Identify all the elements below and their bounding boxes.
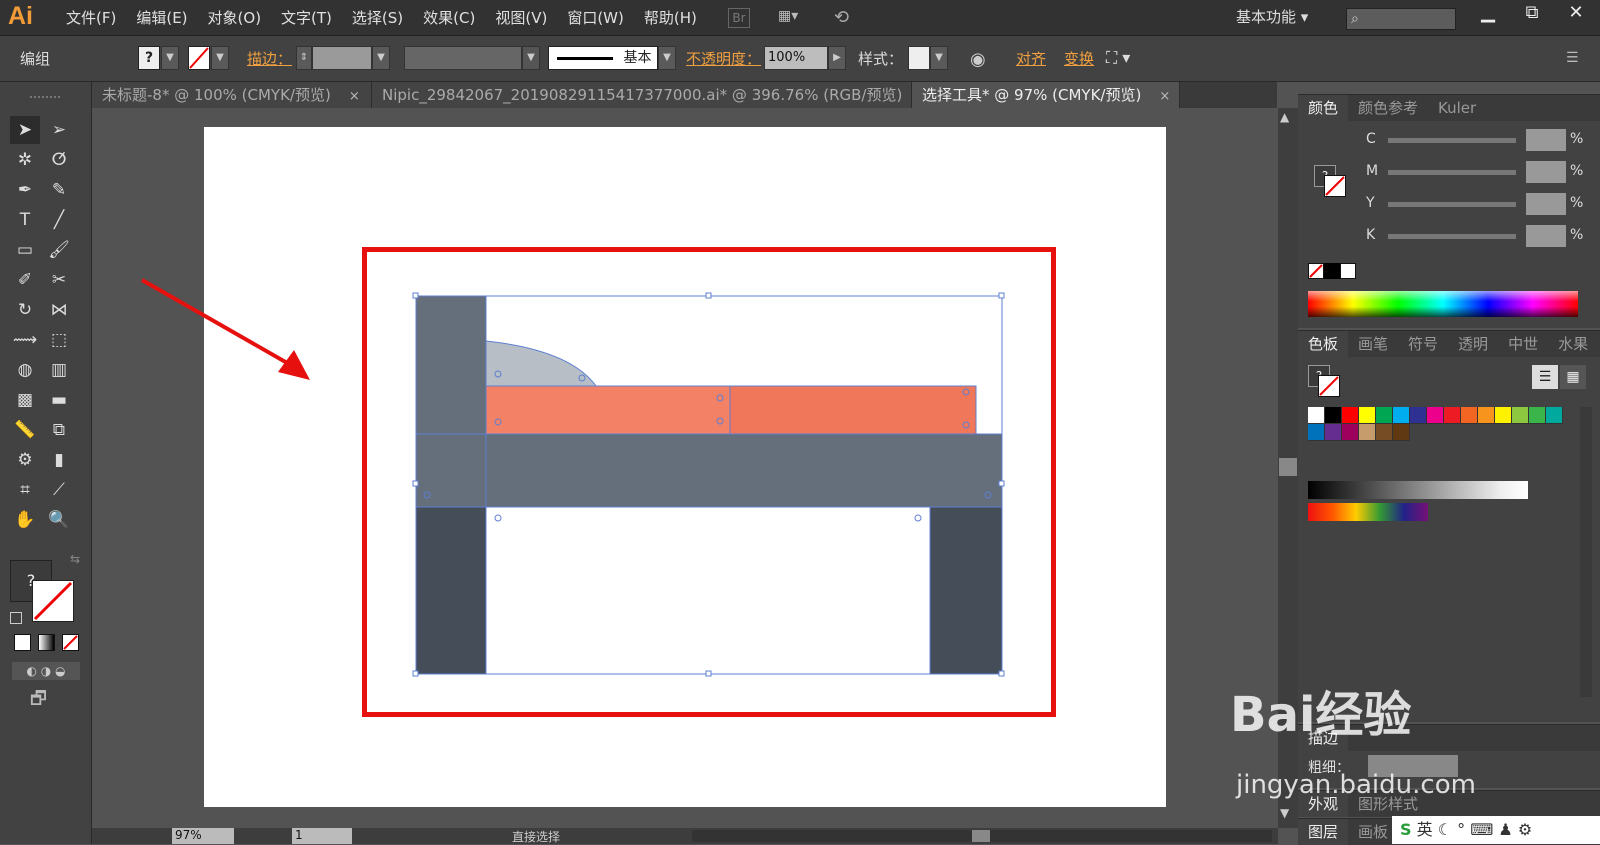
color-swatch[interactable] [1359,424,1376,441]
color-swatch[interactable] [1427,407,1444,424]
tab-layers[interactable]: 图层 [1298,819,1349,845]
unit-y: % [1570,195,1584,211]
swatches-scrollbar[interactable] [1580,407,1592,697]
swatches-panel: 色板 画笔 符号 透明 中世 水果 ? ☰ ▦ [1298,330,1600,722]
mattress-left[interactable] [486,386,730,434]
color-swatch[interactable] [1546,407,1563,424]
right-leg[interactable] [930,507,1002,674]
mattress-right[interactable] [730,386,976,434]
color-stroke-box[interactable] [1324,175,1346,197]
unit-k: % [1570,227,1584,243]
channel-label-c: C [1366,131,1376,147]
color-swatch[interactable] [1512,407,1529,424]
color-swatch[interactable] [1325,407,1342,424]
status-bar: 97% 1 直接选择 [92,828,1278,844]
horizontal-scroll-thumb[interactable] [972,830,990,842]
scroll-up-icon[interactable]: ▲ [1280,110,1289,124]
ime-language[interactable]: 英 [1417,820,1433,839]
input-m[interactable] [1526,161,1566,183]
channel-label-y: Y [1366,195,1375,211]
none-color-icon [1319,376,1339,396]
tab-artboards[interactable]: 画板 [1348,819,1398,845]
color-swatch[interactable] [1410,407,1427,424]
channel-label-k: K [1366,227,1376,243]
tab-medieval[interactable]: 中世 [1498,331,1548,357]
ime-logo-icon: S [1400,820,1412,839]
tab-kuler[interactable]: Kuler [1428,95,1486,121]
color-spectrum[interactable] [1308,291,1578,317]
tab-transparency[interactable]: 透明 [1448,331,1498,357]
tab-color[interactable]: 颜色 [1298,95,1349,121]
bed-frame[interactable] [486,434,1002,507]
color-panel-tabs: 颜色 颜色参考 Kuler [1298,95,1600,121]
brights-swatch-group[interactable] [1308,503,1428,521]
tab-symbols[interactable]: 符号 [1398,331,1448,357]
current-tool-label: 直接选择 [512,830,561,844]
color-swatch[interactable] [1325,424,1342,441]
unit-m: % [1570,163,1584,179]
swatch-grid [1308,407,1572,441]
none-swatch[interactable] [1308,263,1324,279]
color-swatch[interactable] [1308,424,1325,441]
tab-fruits[interactable]: 水果 [1548,331,1598,357]
color-swatch[interactable] [1359,407,1376,424]
ime-toolbar[interactable]: S 英 ☾ ° ⌨ ♟ ⚙ [1392,816,1600,844]
slider-m[interactable] [1388,170,1516,175]
list-view-icon[interactable]: ☰ [1532,365,1558,389]
left-leg[interactable] [416,507,486,674]
color-swatch[interactable] [1342,424,1359,441]
color-swatch[interactable] [1308,407,1325,424]
unit-c: % [1570,131,1584,147]
slider-y[interactable] [1388,202,1516,207]
color-swatch[interactable] [1461,407,1478,424]
scroll-down-icon[interactable]: ▼ [1280,806,1289,820]
color-swatch[interactable] [1376,424,1393,441]
white-swatch[interactable] [1340,263,1356,279]
none-color-icon [1325,176,1345,196]
baidu-watermark: Bai经验 [1230,687,1412,743]
color-swatch[interactable] [1478,407,1495,424]
color-swatch[interactable] [1342,407,1359,424]
grayscale-swatch-group[interactable] [1308,481,1528,499]
none-color-icon [1309,264,1323,278]
tab-color-guide[interactable]: 颜色参考 [1348,95,1428,121]
baidu-watermark-url: jingyan.baidu.com [1236,770,1476,800]
slider-c[interactable] [1388,138,1516,143]
tab-brushes[interactable]: 画笔 [1348,331,1398,357]
vertical-scroll-thumb[interactable] [1279,458,1297,476]
swatch-stroke-box[interactable] [1318,375,1340,397]
color-swatch[interactable] [1376,407,1393,424]
grid-view-icon[interactable]: ▦ [1560,365,1586,389]
color-swatch[interactable] [1393,424,1410,441]
input-k[interactable] [1526,225,1566,247]
color-swatch[interactable] [1444,407,1461,424]
color-swatch[interactable] [1529,407,1546,424]
artboard-number-input[interactable]: 1 [292,828,352,844]
black-swatch[interactable] [1324,263,1340,279]
color-swatch[interactable] [1495,407,1512,424]
input-c[interactable] [1526,129,1566,151]
input-y[interactable] [1526,193,1566,215]
zoom-input[interactable]: 97% [172,828,234,844]
swatches-panel-tabs: 色板 画笔 符号 透明 中世 水果 [1298,331,1600,357]
color-panel: 颜色 颜色参考 Kuler ? C M Y K % % % % [1298,94,1600,328]
annotation-arrow [141,278,310,380]
tab-swatches[interactable]: 色板 [1298,331,1349,357]
channel-label-m: M [1366,163,1379,179]
slider-k[interactable] [1388,234,1516,239]
bed-illustration[interactable] [416,296,1002,674]
color-swatch[interactable] [1393,407,1410,424]
